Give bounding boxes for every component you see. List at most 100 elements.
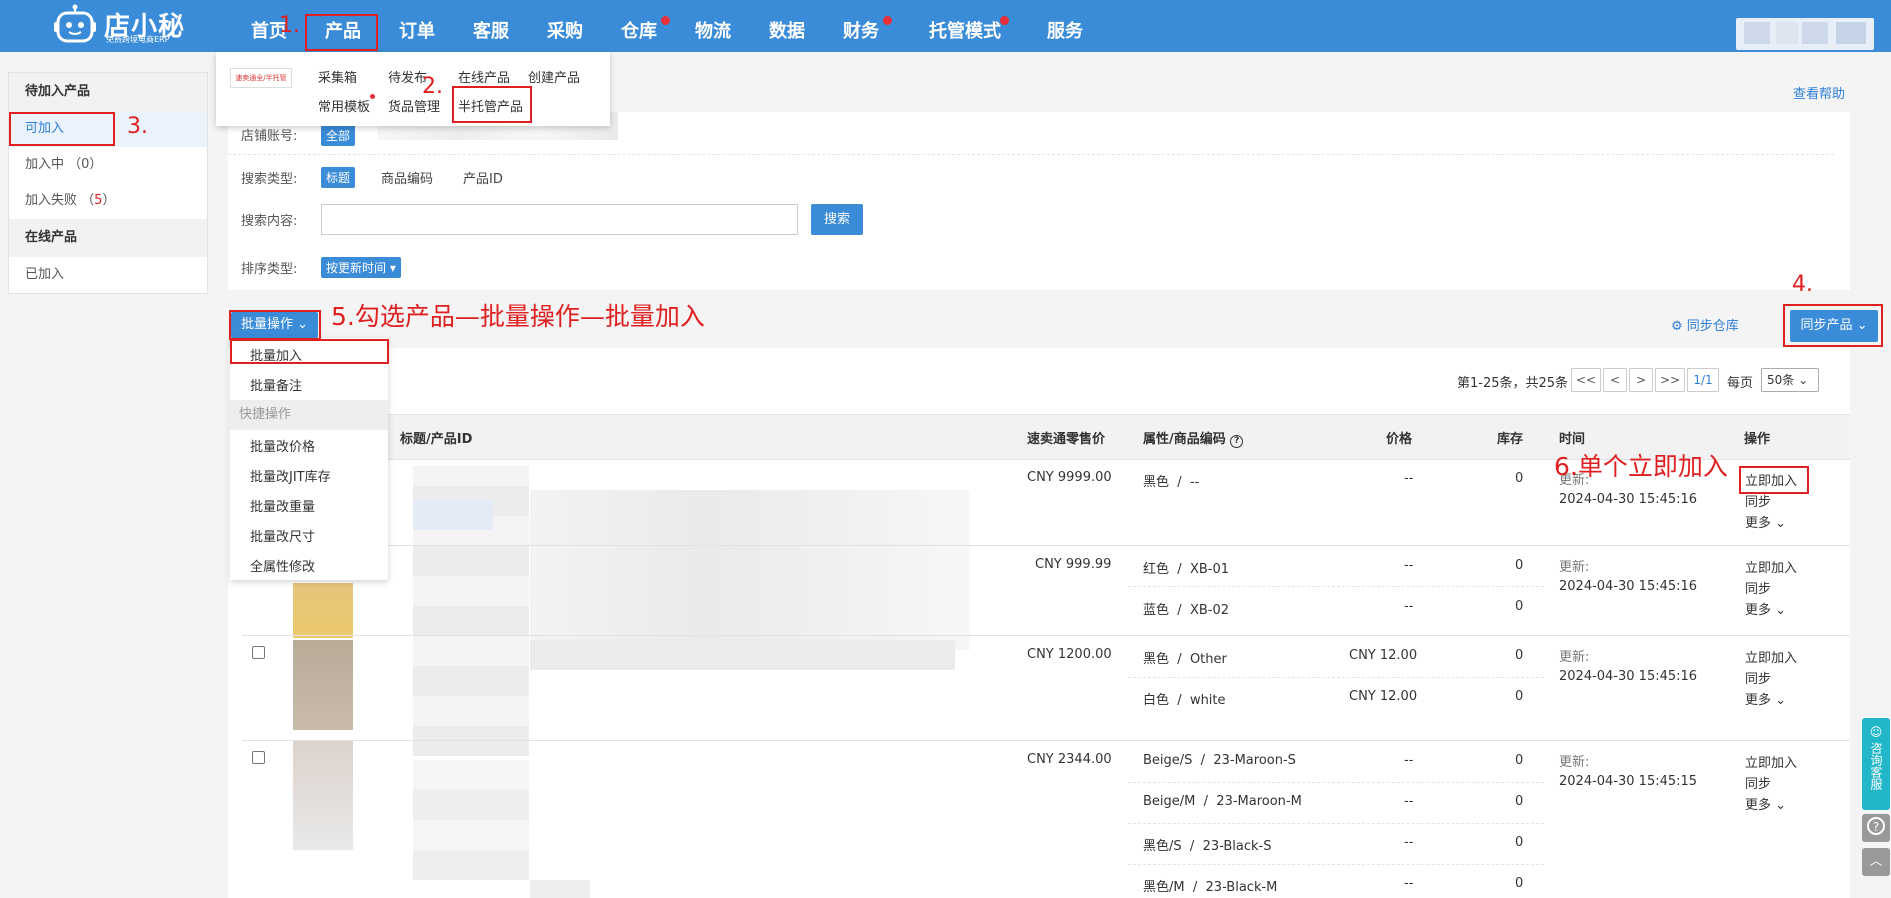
pager-prev-button[interactable]: <: [1603, 368, 1627, 392]
variant-code: 23-Maroon-S: [1213, 753, 1296, 768]
batch-edit-price-item[interactable]: 批量改价格: [250, 436, 315, 455]
question-circle-icon: ?: [1867, 817, 1885, 835]
nav-managed-mode[interactable]: 托管模式: [929, 0, 1001, 52]
variant-code: white: [1189, 693, 1226, 708]
filter-panel: 店铺账号: 全部 搜索类型: 标题 商品编码 产品ID 搜索内容: 搜索 排序类…: [228, 112, 1850, 290]
full-attribute-edit-item[interactable]: 全属性修改: [250, 556, 315, 575]
menu-collection-box[interactable]: 采集箱: [318, 67, 357, 86]
batch-remark-item[interactable]: 批量备注: [250, 375, 302, 394]
menu-templates[interactable]: 常用模板: [318, 96, 370, 115]
search-type-title[interactable]: 标题: [321, 167, 356, 188]
more-link[interactable]: 更多 ⌄: [1745, 512, 1786, 531]
nav-customer-service[interactable]: 客服: [473, 0, 509, 52]
nav-data[interactable]: 数据: [769, 0, 805, 52]
search-button[interactable]: 搜索: [811, 204, 863, 235]
sidebar-item-label: 加入中: [25, 157, 65, 172]
failed-count: 5: [94, 193, 103, 208]
batch-edit-jit-stock-item[interactable]: 批量改JIT库存: [250, 466, 331, 485]
variant-attr: 黑色 / --: [1143, 475, 1200, 490]
sort-type-dropdown[interactable]: 按更新时间 ▾: [321, 257, 401, 278]
search-type-code[interactable]: 商品编码: [381, 168, 433, 187]
variant-stock: 0: [1515, 471, 1524, 486]
nav-purchase[interactable]: 采购: [547, 0, 583, 52]
sync-link[interactable]: 同步: [1745, 773, 1771, 792]
annotation-step-5: 5.勾选产品—批量操作—批量加入: [331, 302, 705, 331]
more-link[interactable]: 更多 ⌄: [1745, 599, 1786, 618]
nav-services[interactable]: 服务: [1047, 0, 1083, 52]
menu-online-products[interactable]: 在线产品: [458, 67, 510, 86]
row-divider: [242, 740, 1850, 741]
quick-operations-header: 快捷操作: [230, 400, 388, 430]
variant-color: Beige/M: [1143, 794, 1196, 809]
variant-divider: [1128, 586, 1544, 587]
search-input[interactable]: [321, 204, 798, 235]
join-now-link[interactable]: 立即加入: [1745, 752, 1797, 771]
pager-next-button[interactable]: >: [1629, 368, 1653, 392]
product-title-blurred: [530, 490, 970, 650]
sync-warehouse-link[interactable]: ⚙ 同步仓库: [1671, 315, 1739, 334]
join-now-link[interactable]: 立即加入: [1745, 647, 1797, 666]
variant-attr: 黑色/M / 23-Black-M: [1143, 880, 1278, 895]
more-label: 更多: [1745, 516, 1772, 531]
nav-warehouse[interactable]: 仓库: [621, 0, 657, 52]
sync-link[interactable]: 同步: [1745, 578, 1771, 597]
help-link[interactable]: 查看帮助: [1793, 83, 1845, 102]
more-link[interactable]: 更多 ⌄: [1745, 689, 1786, 708]
nav-finance[interactable]: 财务: [843, 0, 879, 52]
per-page-select[interactable]: 50条 ⌄: [1761, 368, 1819, 392]
help-circle-icon[interactable]: ?: [1230, 435, 1244, 448]
col-price: 价格: [1386, 432, 1413, 447]
update-time: 2024-04-30 15:45:16: [1559, 579, 1698, 594]
batch-operation-menu: 批量加入 批量备注 快捷操作 批量改价格 批量改JIT库存 批量改重量 批量改尺…: [230, 338, 388, 580]
search-type-product-id[interactable]: 产品ID: [463, 168, 503, 187]
back-to-top-button[interactable]: ︿: [1862, 848, 1890, 876]
per-page-label: 每页: [1727, 376, 1754, 391]
variant-stock: 0: [1515, 753, 1524, 768]
variant-color: 蓝色: [1143, 603, 1170, 618]
variant-attr: 白色 / white: [1143, 693, 1226, 708]
batch-edit-size-item[interactable]: 批量改尺寸: [250, 526, 315, 545]
col-attributes-label: 属性/商品编码: [1143, 432, 1226, 447]
nav-logistics[interactable]: 物流: [695, 0, 731, 52]
variant-price: --: [1404, 753, 1414, 768]
variant-code: 23-Black-M: [1205, 880, 1278, 895]
row-checkbox[interactable]: [252, 646, 265, 659]
product-title-blurred: [530, 640, 955, 670]
variant-color: Beige/S: [1143, 753, 1193, 768]
sidebar-item-failed[interactable]: 加入失败 （5）: [9, 183, 207, 219]
pager-current-page: 1/1: [1687, 368, 1719, 392]
sync-link[interactable]: 同步: [1745, 668, 1771, 687]
variant-attr: 红色 / XB-01: [1143, 562, 1229, 577]
product-title-blurred: [530, 880, 590, 898]
sidebar-item-label: 加入失败: [25, 193, 78, 208]
sidebar-item-joining[interactable]: 加入中 （0）: [9, 147, 207, 183]
user-account-blurred[interactable]: [1736, 18, 1874, 50]
help-float-button[interactable]: ?: [1862, 814, 1890, 842]
variant-code: XB-02: [1189, 603, 1229, 618]
search-type-label: 搜索类型:: [241, 172, 298, 187]
col-stock: 库存: [1497, 432, 1524, 447]
row-checkbox[interactable]: [252, 751, 265, 764]
sort-type-value: 按更新时间: [326, 261, 387, 275]
pager-last-button[interactable]: >>: [1655, 368, 1685, 392]
join-now-link[interactable]: 立即加入: [1745, 557, 1797, 576]
sidebar-item-joined[interactable]: 已加入: [9, 257, 207, 293]
store-label: 店铺账号:: [241, 129, 298, 144]
robot-logo-icon: [54, 4, 96, 43]
product-dropdown-menu: 速卖通全/半托管 采集箱 待发布 在线产品 创建产品 常用模板 货品管理 半托管…: [216, 52, 610, 126]
caret-down-icon: ▾: [389, 261, 396, 275]
batch-edit-weight-item[interactable]: 批量改重量: [250, 496, 315, 515]
customer-service-float[interactable]: ☺ 咨询客服: [1862, 718, 1890, 810]
nav-orders[interactable]: 订单: [399, 0, 435, 52]
pager-first-button[interactable]: <<: [1571, 368, 1601, 392]
store-all-tag[interactable]: 全部: [321, 125, 356, 146]
sidebar-item-count: （0）: [68, 157, 103, 172]
retail-price: CNY 9999.00: [1027, 470, 1112, 485]
menu-create-product[interactable]: 创建产品: [528, 67, 580, 86]
variant-code: 23-Maroon-M: [1216, 794, 1302, 809]
variant-color: 白色: [1143, 693, 1170, 708]
more-link[interactable]: 更多 ⌄: [1745, 794, 1786, 813]
variant-code: Other: [1189, 652, 1227, 667]
row-divider: [242, 545, 1850, 546]
col-retail-price: 速卖通零售价: [1027, 432, 1106, 447]
